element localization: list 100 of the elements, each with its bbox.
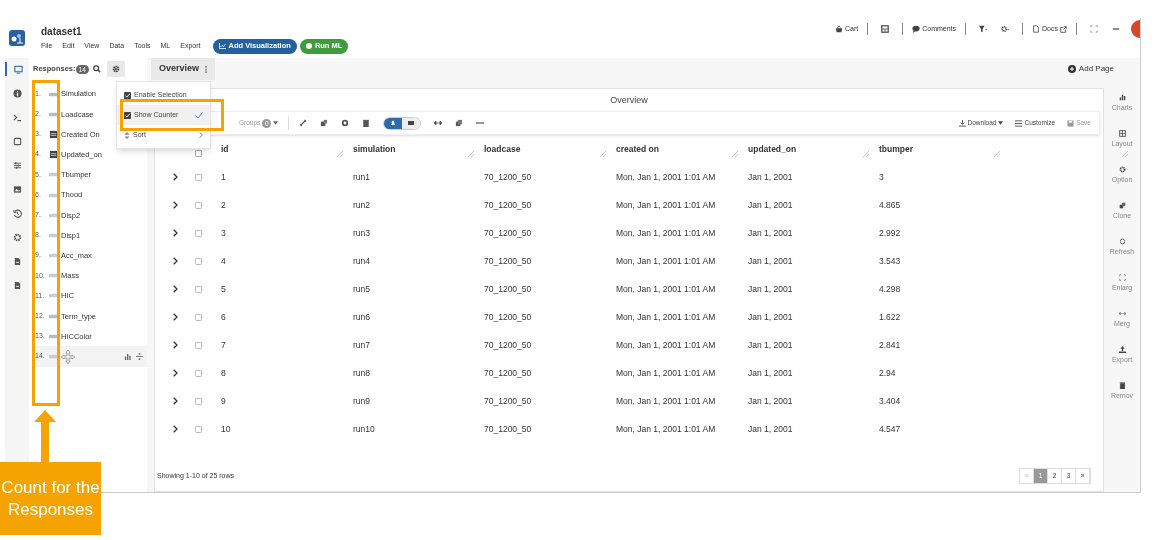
table-cell: Jan 1, 2001 bbox=[748, 255, 793, 266]
resize-grip-icon bbox=[1122, 151, 1128, 157]
chevron-right-icon[interactable] bbox=[173, 173, 178, 181]
square-icon[interactable] bbox=[12, 136, 22, 146]
terminal-icon[interactable] bbox=[12, 112, 22, 122]
checkbox-icon[interactable] bbox=[195, 173, 202, 181]
chevron-right-icon[interactable] bbox=[173, 369, 178, 377]
chevron-right-icon[interactable] bbox=[173, 229, 178, 237]
table-cell: run6 bbox=[353, 311, 370, 322]
resize-grip-icon bbox=[600, 151, 606, 157]
more-vertical-icon bbox=[205, 65, 208, 73]
line-chart-icon bbox=[218, 43, 226, 49]
chevron-right-icon[interactable] bbox=[173, 285, 178, 293]
settings-icon[interactable] bbox=[341, 119, 350, 127]
sliders-icon[interactable] bbox=[12, 160, 22, 170]
table-icon[interactable] bbox=[880, 25, 891, 33]
file-icon[interactable] bbox=[12, 256, 22, 266]
chevron-right-icon[interactable] bbox=[173, 341, 178, 349]
annotation-callout: Count for the Responses bbox=[0, 462, 101, 535]
checkbox-icon[interactable] bbox=[195, 149, 202, 157]
checkbox-icon[interactable] bbox=[195, 257, 202, 265]
caret-icon bbox=[273, 121, 279, 125]
chevron-right-icon[interactable] bbox=[173, 201, 178, 209]
column-header[interactable]: id bbox=[221, 144, 229, 154]
search-icon[interactable] bbox=[92, 65, 101, 73]
table-cell: run4 bbox=[353, 255, 370, 266]
chevron-right-icon[interactable] bbox=[173, 257, 178, 265]
table-cell: 5 bbox=[221, 283, 226, 294]
table-cell: Jan 1, 2001 bbox=[748, 339, 793, 350]
column-header[interactable]: loadcase bbox=[484, 144, 521, 154]
trash-icon[interactable] bbox=[362, 119, 371, 127]
speech-bubble-icon bbox=[912, 25, 921, 33]
link-icon[interactable] bbox=[299, 119, 308, 127]
table-cell: Jan 1, 2001 bbox=[748, 423, 793, 434]
calendar-icon bbox=[49, 150, 58, 160]
info-icon[interactable] bbox=[12, 88, 22, 98]
tab[interactable]: Overview bbox=[151, 58, 216, 80]
filter-icon[interactable] bbox=[978, 25, 989, 33]
file-icon[interactable] bbox=[12, 280, 22, 290]
table-cell: 4 bbox=[221, 255, 226, 266]
bar-chart-icon bbox=[1118, 94, 1126, 101]
table-cell: Mon, Jan 1, 2001 1:01 AM bbox=[616, 423, 716, 434]
table-cell: Jan 1, 2001 bbox=[748, 199, 793, 210]
table-cell: Mon, Jan 1, 2001 1:01 AM bbox=[616, 255, 716, 266]
view-toggle[interactable] bbox=[383, 116, 422, 130]
trash-icon bbox=[1118, 382, 1126, 389]
chevron-right-icon[interactable] bbox=[173, 397, 178, 405]
app-logo-icon[interactable] bbox=[9, 30, 25, 46]
table-cell: Mon, Jan 1, 2001 1:01 AM bbox=[616, 339, 716, 350]
column-header[interactable]: tbumper bbox=[879, 144, 913, 154]
monitor-icon[interactable] bbox=[13, 64, 23, 74]
refresh-icon bbox=[1118, 238, 1126, 245]
resize-horizontal-icon[interactable] bbox=[434, 120, 443, 126]
table-cell: run7 bbox=[353, 339, 370, 350]
table-cell: 70_1200_50 bbox=[484, 227, 532, 238]
checkbox-icon[interactable] bbox=[195, 201, 202, 209]
table-cell: run5 bbox=[353, 283, 370, 294]
table-cell: Mon, Jan 1, 2001 1:01 AM bbox=[616, 367, 716, 378]
history-icon[interactable] bbox=[12, 208, 22, 218]
copy-icon[interactable] bbox=[320, 119, 329, 127]
chevron-right-icon[interactable] bbox=[173, 313, 178, 321]
table-cell: Jan 1, 2001 bbox=[748, 171, 793, 182]
table-cell: 9 bbox=[221, 395, 226, 406]
divide-icon[interactable] bbox=[136, 353, 143, 361]
settings-button[interactable] bbox=[106, 61, 125, 77]
settings-icon bbox=[1118, 166, 1126, 173]
app-title: dataset1 bbox=[41, 24, 83, 39]
expand-icon bbox=[1118, 274, 1126, 281]
copy-icon[interactable] bbox=[455, 119, 464, 127]
settings-icon[interactable] bbox=[12, 232, 22, 242]
checkbox-icon[interactable] bbox=[195, 229, 202, 237]
table-cell: 70_1200_50 bbox=[484, 423, 532, 434]
checkbox-icon[interactable] bbox=[195, 425, 202, 433]
checkbox-icon[interactable] bbox=[195, 369, 202, 377]
checkbox-icon[interactable] bbox=[195, 341, 202, 349]
external-link-icon bbox=[1060, 25, 1067, 33]
circle-icon bbox=[305, 43, 312, 49]
table-cell: 3 bbox=[221, 227, 226, 238]
add-page-button[interactable]: Add Page bbox=[1067, 63, 1114, 75]
chevron-right-icon[interactable] bbox=[173, 425, 178, 433]
checkbox-icon[interactable] bbox=[195, 397, 202, 405]
column-header[interactable]: created on bbox=[616, 144, 659, 154]
move-cursor-icon bbox=[61, 349, 75, 364]
table-cell: 3.543 bbox=[879, 255, 901, 266]
table-cell: 4.547 bbox=[879, 423, 901, 434]
column-header[interactable]: simulation bbox=[353, 144, 396, 154]
table-cell: 2 bbox=[221, 199, 226, 210]
table-cell: 70_1200_50 bbox=[484, 339, 532, 350]
minimize-icon[interactable] bbox=[1111, 25, 1121, 33]
avatar-icon[interactable] bbox=[1130, 20, 1140, 38]
table-cell: run8 bbox=[353, 367, 370, 378]
settings-icon[interactable] bbox=[1000, 25, 1011, 33]
checkbox-icon[interactable] bbox=[195, 313, 202, 321]
minus-icon[interactable] bbox=[476, 122, 485, 124]
image-icon[interactable] bbox=[12, 184, 22, 194]
checkbox-icon[interactable] bbox=[195, 285, 202, 293]
grid-icon bbox=[1118, 130, 1126, 137]
table-cell: 8 bbox=[221, 367, 226, 378]
column-header[interactable]: updated_on bbox=[748, 144, 797, 154]
bar-chart-icon[interactable] bbox=[124, 353, 131, 361]
